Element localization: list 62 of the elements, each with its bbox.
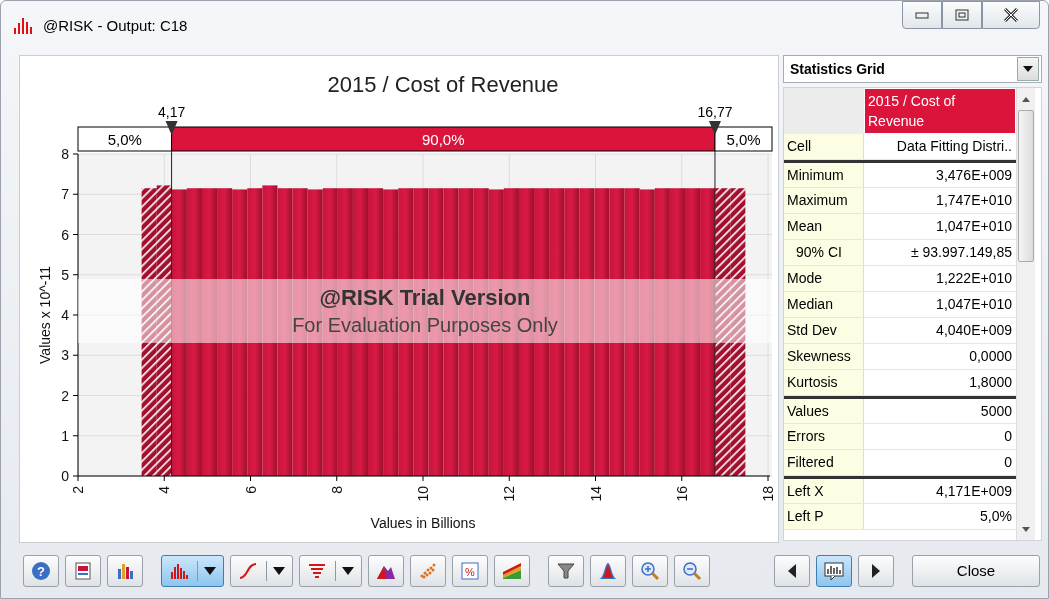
table-cell-text: 1,047E+010 [935,217,1013,236]
table-cell-text: 1,047E+010 [935,295,1013,314]
y-tick-label: 5 [61,266,69,283]
row-label: Median [784,292,864,317]
row-label: Skewness [784,344,864,369]
table-cell-text: 5000 [979,402,1013,421]
x-tick-label: 12 [501,486,518,502]
y-tick-label: 3 [61,347,69,364]
row-label: Maximum [784,188,864,213]
delimiter-value: 4,17 [157,104,186,120]
table-cell-text: 1,747E+010 [935,191,1013,210]
row-label: Minimum [784,163,864,187]
x-tick-label: 8 [328,486,345,494]
x-axis-label: Values in Billions [370,515,476,531]
window-title: @RISK - Output: C18 [43,16,188,34]
row-label: Cell [784,134,864,159]
table-cell-text: 1,8000 [968,373,1013,392]
table-cell-text: 4,040E+009 [935,321,1013,340]
table-cell-text: 5,0% [979,507,1013,526]
y-tick-label: 4 [61,307,69,323]
delimiter-value: 16,77 [697,104,733,120]
y-tick-label: 6 [61,226,69,243]
row-label: Std Dev [784,318,864,343]
y-tick-label: 7 [61,186,69,203]
table-cell-text: 0,0000 [968,347,1013,366]
table-cell-text: Data Fitting Distri.. [895,137,1013,156]
y-tick-label: 2 [61,387,69,404]
row-label: Kurtosis [784,370,864,395]
row-label: 90% CI [784,240,864,265]
left-percent: 5,0% [107,131,142,148]
row-label: Errors [784,424,864,449]
x-tick-label: 4 [156,486,173,494]
row-label: Values [784,399,864,423]
table-cell-text: 0 [1003,453,1013,472]
y-tick-label: 1 [61,427,69,444]
table-cell-text: 0 [1003,427,1013,446]
right-percent: 5,0% [726,131,761,148]
y-tick-label: 8 [61,146,69,162]
x-tick-label: 18 [760,486,776,502]
column-header: 2015 / Cost of Revenue [865,89,1015,133]
row-label: Mean [784,214,864,239]
y-axis-label: Values x 10^-11 [37,266,53,364]
middle-percent: 90,0% [422,131,465,148]
x-tick-label: 16 [673,486,690,502]
x-tick-label: 6 [242,486,259,494]
percent-icon: % [460,560,480,581]
table-cell-text: ± 93.997.149,85 [909,243,1013,262]
row-label: Left P [784,504,864,529]
row-label: Left X [784,479,864,503]
x-tick-label: 10 [415,486,431,502]
watermark-title: @RISK Trial Version [319,284,531,312]
table-cell-text: 1,222E+010 [935,269,1013,288]
watermark-subtitle: For Evaluation Purposes Only [292,313,558,338]
help-icon: ? [31,560,51,581]
chart-title: 2015 / Cost of Revenue [327,72,559,97]
y-tick-label: 0 [61,468,69,484]
row-label: Mode [784,266,864,291]
x-tick-label: 14 [587,486,604,502]
row-label: Filtered [784,450,864,475]
table-cell-text: 4,171E+009 [935,482,1013,501]
x-tick-label: 2 [70,486,86,494]
table-cell-text: 3,476E+009 [935,166,1013,185]
